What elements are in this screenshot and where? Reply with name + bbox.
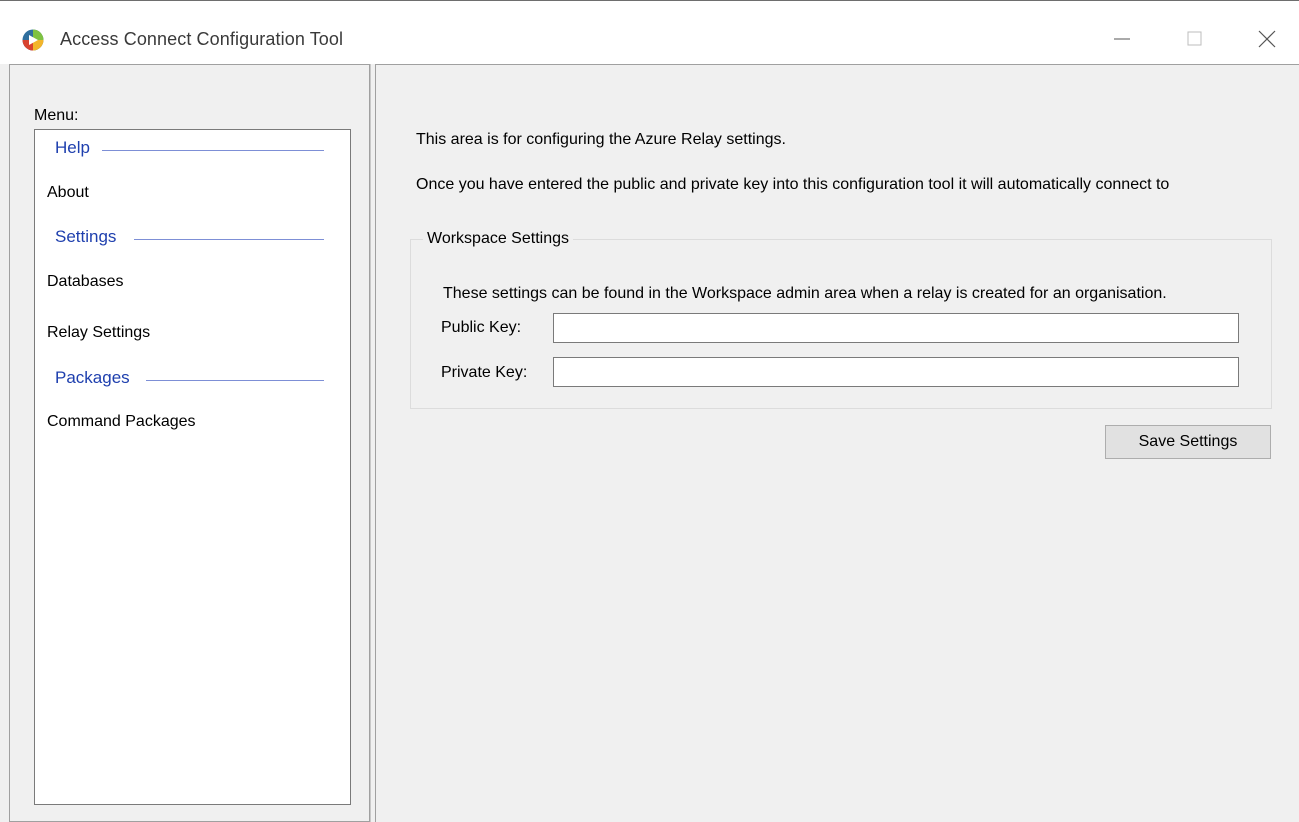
minimize-icon <box>1114 38 1130 40</box>
app-logo-icon <box>22 29 44 51</box>
group-title: Workspace Settings <box>423 230 573 248</box>
menu-item-about[interactable]: About <box>47 184 89 202</box>
description-text: This area is for configuring the Azure R… <box>416 131 786 148</box>
workspace-settings-group: Workspace Settings These settings can be… <box>410 230 1272 409</box>
group-divider <box>134 239 324 240</box>
menu-group-settings: Settings <box>35 227 350 251</box>
menu-group-help: Help <box>35 138 350 162</box>
group-description: These settings can be found in the Works… <box>443 285 1167 302</box>
menu-item-relay-settings[interactable]: Relay Settings <box>47 324 150 342</box>
menu-group-label: Settings <box>55 227 117 246</box>
save-settings-button[interactable]: Save Settings <box>1105 425 1271 459</box>
menu-item-command-packages[interactable]: Command Packages <box>47 413 196 431</box>
relay-settings-panel: This area is for configuring the Azure R… <box>375 64 1299 822</box>
menu-label: Menu: <box>34 107 79 124</box>
menu-item-databases[interactable]: Databases <box>47 273 124 291</box>
close-icon <box>1258 30 1276 48</box>
group-divider <box>146 380 324 381</box>
close-button[interactable] <box>1245 19 1289 59</box>
title-bar: Access Connect Configuration Tool <box>0 0 1299 64</box>
private-key-label: Private Key: <box>441 364 528 381</box>
sidebar-panel: Menu: Help About Settings Databases Rela… <box>9 64 370 822</box>
maximize-button[interactable] <box>1173 19 1217 59</box>
minimize-button[interactable] <box>1100 19 1144 59</box>
public-key-label: Public Key: <box>441 319 522 336</box>
window-title: Access Connect Configuration Tool <box>60 29 344 49</box>
maximize-icon <box>1187 31 1202 46</box>
menu-group-packages: Packages <box>35 368 350 392</box>
menu-list: Help About Settings Databases Relay Sett… <box>34 129 351 805</box>
menu-group-label: Packages <box>55 368 130 387</box>
group-divider <box>102 150 324 151</box>
window-content: Menu: Help About Settings Databases Rela… <box>0 64 1299 822</box>
public-key-input[interactable] <box>553 313 1239 343</box>
private-key-input[interactable] <box>553 357 1239 387</box>
description-text-2: Once you have entered the public and pri… <box>416 176 1170 193</box>
menu-group-label: Help <box>55 138 90 157</box>
